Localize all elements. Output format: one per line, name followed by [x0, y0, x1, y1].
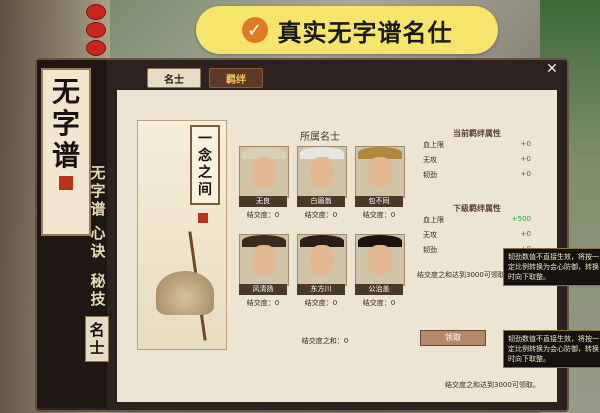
name-baimeiweng: 白眉翁: [297, 196, 345, 207]
portrait-baimeiweng[interactable]: [297, 146, 347, 198]
portrait-dongfangchuan[interactable]: [297, 234, 347, 286]
attr-label: 血上限: [423, 141, 444, 149]
famous-header: 所属名士: [300, 132, 340, 143]
banner-title: 真实无字谱名仕: [277, 18, 453, 47]
attr-label: 韧劲: [423, 246, 437, 254]
top-tab-bar: 名士 羁绊: [107, 66, 557, 88]
bottom-note: 结交度之和达到3000可领取。: [445, 381, 540, 389]
attr-row: 韧劲 +0: [417, 170, 537, 185]
attr-row: 无攻 +0: [417, 230, 537, 245]
background-lanterns: [82, 0, 108, 60]
tooltip: 韧劲数值不直接生效，将按一定比例转换为会心防御，转换时向下取整。: [503, 330, 600, 368]
name-wuliang: 无良: [239, 196, 287, 207]
attr-value: +0: [520, 230, 531, 238]
bond-fengqingyang: 结交度：0: [246, 299, 280, 307]
claim-button[interactable]: 领取: [420, 330, 486, 346]
straw-hat-illustration: [156, 271, 214, 315]
bond-wuliang: 结交度：0: [246, 211, 280, 219]
portrait-gongzhigai[interactable]: [355, 234, 405, 286]
seal-icon: [198, 213, 208, 223]
side-tab-xinjue[interactable]: 心诀: [87, 224, 109, 260]
side-tab-mingshi[interactable]: 名士: [85, 316, 109, 362]
lantern-icon: [86, 40, 106, 56]
name-dongfangchuan: 东方川: [297, 284, 345, 295]
face-icon: [310, 157, 334, 187]
tooltip-text: 韧劲数值不直接生效，将按一定比例转换为会心防御，转换时向下取整。: [508, 335, 599, 363]
portrait-baobutong[interactable]: [355, 146, 405, 198]
plaque-title: 无字谱: [51, 75, 80, 172]
name-baobutong: 包不同: [355, 196, 403, 207]
check-icon: ✓: [241, 17, 268, 43]
face-icon: [310, 245, 334, 275]
close-icon[interactable]: ✕: [545, 62, 559, 76]
famous-people-panel: 所属名士 无良 结交度：0 白眉翁 结交度：0 包不同 结交度：0 风清扬 结交…: [225, 128, 415, 348]
attr-label: 无攻: [423, 231, 437, 239]
attr-row: 无攻 +0: [417, 155, 537, 170]
side-tab-wuzipu[interactable]: 无字谱: [87, 164, 109, 218]
bond-sum: 结交度之和：0: [301, 337, 349, 345]
tooltip-text: 韧劲数值不直接生效，将按一定比例转换为会心防御，转换时向下取整。: [508, 253, 599, 281]
bond-baimeiweng: 结交度：0: [304, 211, 338, 219]
attr-value: +500: [511, 215, 531, 223]
seal-icon: [59, 176, 73, 190]
face-icon: [252, 245, 276, 275]
bond-gongzhigai: 结交度：0: [362, 299, 396, 307]
side-panel: 无字谱 无字谱 心诀 秘技 名士: [37, 60, 109, 408]
side-tab-miji[interactable]: 秘技: [87, 272, 109, 308]
face-icon: [368, 157, 392, 187]
tab-jiban[interactable]: 羁绊: [209, 68, 263, 88]
attr-row: 血上限 +0: [417, 140, 537, 155]
content-panel: 一念之间 所属名士 无良 结交度：0 白眉翁 结交度：0 包不同 结交度：0 风…: [117, 90, 557, 402]
scroll-title: 一念之间: [190, 125, 220, 205]
attr-value: +0: [520, 140, 531, 148]
scroll-card: 一念之间: [137, 120, 227, 350]
title-banner: ✓ 真实无字谱名仕: [196, 6, 498, 54]
bond-dongfangchuan: 结交度：0: [304, 299, 338, 307]
name-fengqingyang: 风清扬: [239, 284, 287, 295]
tooltip: 韧劲数值不直接生效，将按一定比例转换为会心防御，转换时向下取整。: [503, 248, 600, 286]
tab-mingshi[interactable]: 名士: [147, 68, 201, 88]
attr-label: 血上限: [423, 216, 444, 224]
face-icon: [368, 245, 392, 275]
name-gongzhigai: 公治盖: [355, 284, 403, 295]
attr-row: 血上限 +500: [417, 215, 537, 230]
current-attr-header: 当前羁绊属性: [453, 129, 501, 138]
bond-baobutong: 结交度：0: [362, 211, 396, 219]
wuzipu-dialog: 无字谱 无字谱 心诀 秘技 名士 名士 羁绊 ✕ ‹ › 一念之间 所属名士 无…: [35, 58, 569, 412]
attr-value: +0: [520, 170, 531, 178]
portrait-fengqingyang[interactable]: [239, 234, 289, 286]
lantern-icon: [86, 4, 106, 20]
attr-label: 无攻: [423, 156, 437, 164]
attr-value: +0: [520, 155, 531, 163]
lantern-icon: [86, 22, 106, 38]
next-attr-header: 下级羁绊属性: [453, 204, 501, 213]
title-plaque: 无字谱: [41, 68, 91, 236]
bond-attributes-panel: 当前羁绊属性 血上限 +0 无攻 +0 韧劲 +0 下级羁绊属性 血上限 +50…: [417, 128, 537, 348]
face-icon: [252, 157, 276, 187]
attr-label: 韧劲: [423, 171, 437, 179]
portrait-wuliang[interactable]: [239, 146, 289, 198]
